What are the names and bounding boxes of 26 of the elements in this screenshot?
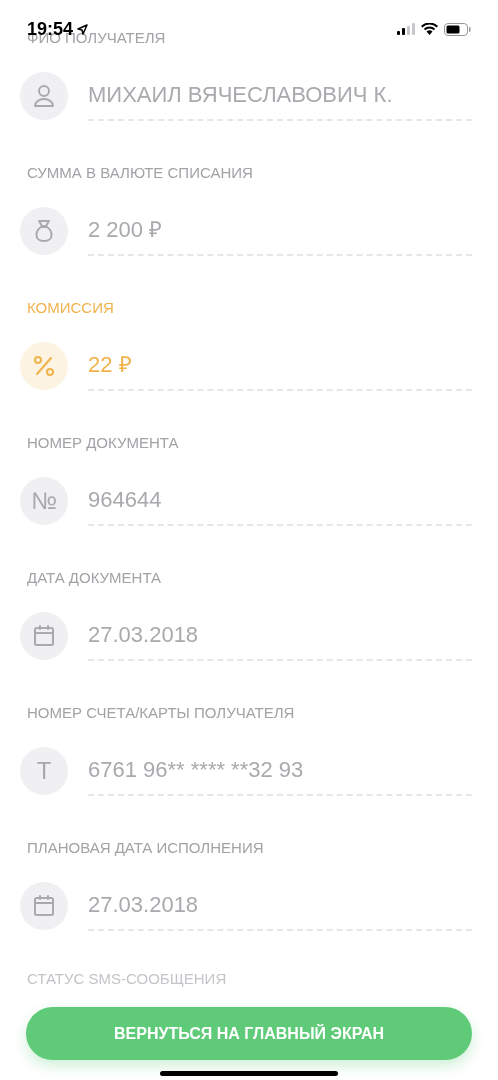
field-label: ДАТА ДОКУМЕНТА	[26, 569, 163, 587]
calendar-icon	[32, 894, 56, 918]
field-label: КОМИССИЯ	[26, 299, 115, 317]
home-button[interactable]: ВЕРНУТЬСЯ НА ГЛАВНЫЙ ЭКРАН	[26, 1007, 472, 1060]
glyph-icon: T	[36, 759, 52, 783]
battery-icon	[444, 22, 471, 36]
person-icon	[33, 84, 55, 108]
field-label: НОМЕР ДОКУМЕНТА	[26, 434, 180, 452]
percent-icon	[33, 355, 55, 377]
field-value: 27.03.2018	[88, 624, 199, 646]
field-value: 2 200 ₽	[88, 219, 163, 241]
field-value: МИХАИЛ ВЯЧЕСЛАВОВИЧ К.	[88, 84, 393, 106]
field-label: ПЛАНОВАЯ ДАТА ИСПОЛНЕНИЯ	[26, 839, 265, 857]
field-label: СТАТУС SMS-СООБЩЕНИЯ	[26, 970, 228, 988]
calendar-icon	[32, 624, 56, 648]
glyph-icon: №	[31, 489, 57, 513]
wifi-icon	[421, 23, 438, 35]
field-value: 27.03.2018	[88, 894, 199, 916]
field-label: СУММА В ВАЛЮТЕ СПИСАНИЯ	[26, 164, 254, 182]
field-value: 22 ₽	[88, 354, 132, 376]
money-bag-icon	[33, 219, 55, 243]
field-label: НОМЕР СЧЕТА/КАРТЫ ПОЛУЧАТЕЛЯ	[26, 704, 296, 722]
location-arrow-icon	[77, 23, 89, 35]
field-value: 6761 96** **** **32 93	[88, 759, 304, 781]
field-value: 964644	[88, 489, 162, 511]
signal-icon	[397, 23, 415, 35]
